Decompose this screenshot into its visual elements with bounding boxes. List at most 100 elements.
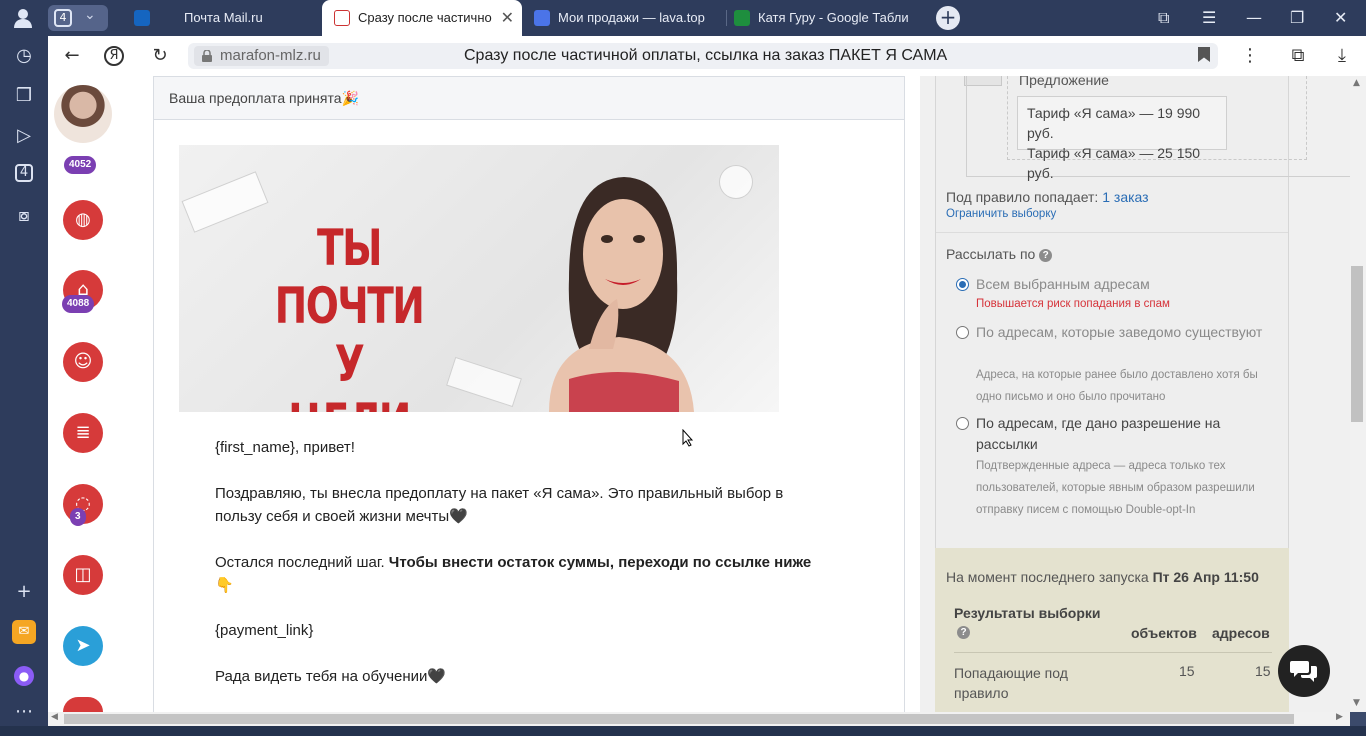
yandex-icon[interactable]: Я: [104, 46, 124, 66]
last-run-text: На момент последнего запуска Пт 26 Апр 1…: [946, 569, 1259, 585]
last-run-label: На момент последнего запуска: [946, 569, 1149, 585]
telegram-icon[interactable]: ➤: [63, 626, 103, 666]
help-icon[interactable]: ?: [1039, 248, 1053, 262]
tab-label: Сразу после частично: [358, 10, 492, 25]
option-label: Всем выбранным адресам: [976, 276, 1150, 292]
results-row-label: Попадающие под правило: [954, 665, 1068, 701]
avatar[interactable]: [54, 85, 112, 143]
radio-permitted-addresses[interactable]: [956, 417, 969, 430]
tab-count: 4: [54, 9, 72, 27]
vertical-scroll-thumb[interactable]: [1351, 266, 1363, 422]
add-panel-icon[interactable]: +: [12, 580, 36, 604]
url-domain[interactable]: marafon-mlz.ru: [194, 46, 329, 66]
shop-bag-icon[interactable]: ◫: [63, 555, 103, 595]
mouse-cursor-icon: [682, 429, 694, 447]
scroll-down-icon[interactable]: ▼: [1353, 698, 1360, 708]
scroll-up-icon[interactable]: ▲: [1353, 78, 1360, 88]
rule-count-link[interactable]: 1 заказ: [1102, 189, 1148, 205]
close-window-icon[interactable]: ✕: [1334, 8, 1347, 27]
crystal-decoration: [446, 356, 522, 408]
email-closing: Рада видеть тебя на обучении🖤: [215, 668, 447, 685]
email-subject: Ваша предоплата принята🎉: [154, 77, 904, 120]
notes-icon[interactable]: ❒: [12, 84, 36, 108]
mail-app-icon[interactable]: ✉: [12, 620, 36, 644]
download-icon[interactable]: ⤓: [1330, 44, 1354, 68]
screenshot-icon[interactable]: ⧇: [12, 204, 36, 228]
restore-icon[interactable]: ❐: [1290, 8, 1304, 27]
menu-icon[interactable]: ☰: [1202, 8, 1216, 27]
vertical-scrollbar[interactable]: ▲ ▼: [1350, 76, 1366, 712]
reload-icon[interactable]: ↻: [148, 44, 172, 68]
alice-icon[interactable]: ●: [14, 666, 34, 686]
radio-all-addresses[interactable]: [956, 278, 969, 291]
option-note: Подтвержденные адреса — адреса только те…: [976, 460, 1255, 516]
offer-toggle-button[interactable]: [964, 76, 1002, 86]
notification-badge: 4052: [64, 156, 97, 174]
radio-existing-addresses[interactable]: [956, 326, 969, 339]
tab-lava[interactable]: Мои продажи — lava.top: [526, 0, 726, 36]
new-tab-button[interactable]: +: [936, 6, 960, 30]
tab-groups-icon[interactable]: 4: [15, 164, 33, 182]
send-by-label: Рассылать по ?: [946, 246, 1053, 262]
horizontal-scrollbar[interactable]: ◀ ▶: [48, 712, 1350, 726]
tab-separator: [726, 10, 727, 26]
offer-item: Тариф «Я сама» — 19 990 руб.: [1027, 105, 1201, 141]
mailing-settings-panel: Предложение Тариф «Я сама» — 19 990 руб.…: [920, 76, 1350, 712]
scroll-left-icon[interactable]: ◀: [51, 712, 58, 722]
notification-badge: 3: [70, 508, 86, 526]
col-objects-header: объектов: [1131, 625, 1197, 641]
lock-icon: [202, 50, 212, 62]
tab-sheets[interactable]: Катя Гуру - Google Табли: [728, 0, 918, 36]
more-options-icon[interactable]: ⋮: [1238, 44, 1262, 68]
collections-bar-icon[interactable]: ⧉: [1286, 44, 1310, 68]
last-run-date: Пт 26 Апр 11:50: [1152, 569, 1259, 585]
collections-icon[interactable]: ⧉: [1158, 8, 1169, 28]
horizontal-scroll-thumb[interactable]: [64, 714, 1294, 724]
spam-warning-text: Повышается риск попадания в спам: [976, 298, 1170, 310]
site-sidebar: 4052 ◍ ⌂ 4088 ☺ ≣ ◌ 3 ◫ ➤: [48, 76, 118, 712]
results-row-objects: 15: [1179, 663, 1195, 679]
profile-icon[interactable]: [10, 6, 36, 30]
results-section: На момент последнего запуска Пт 26 Апр 1…: [935, 548, 1289, 712]
list-icon[interactable]: ≣: [63, 413, 103, 453]
sheets-icon: [734, 10, 750, 26]
limit-selection-link[interactable]: Ограничить выборку: [946, 208, 1056, 220]
option-label: По адресам, которые заведомо существуют: [976, 324, 1263, 340]
more-sidebar-icon[interactable]: [63, 697, 103, 712]
bubble-decoration: [719, 165, 753, 199]
help-icon[interactable]: ?: [957, 626, 970, 639]
minimize-icon[interactable]: —: [1246, 8, 1262, 27]
taskbar: [0, 726, 1366, 736]
lava-icon: [534, 10, 550, 26]
offer-items-list: Тариф «Я сама» — 19 990 руб. Тариф «Я са…: [1017, 96, 1227, 181]
tab-counter-button[interactable]: 4 ⌄: [48, 5, 108, 31]
page-title: Сразу после частичной оплаты, ссылка на …: [464, 47, 948, 64]
users-icon[interactable]: ☺: [63, 342, 103, 382]
tab-label: Мои продажи — lava.top: [558, 10, 705, 25]
video-icon[interactable]: ▷: [12, 124, 36, 148]
offer-item: Тариф «Я сама» — 25 150 руб.: [1027, 145, 1201, 181]
email-paragraph: Поздравляю, ты внесла предоплату на паке…: [215, 485, 784, 525]
tab-active-page[interactable]: Сразу после частично ✕: [322, 0, 522, 36]
url-field[interactable]: marafon-mlz.ru Сразу после частичной опл…: [188, 43, 1218, 69]
option-label: По адресам, где дано разрешение на рассы…: [976, 415, 1221, 452]
offer-label: Предложение: [1019, 76, 1109, 88]
globe-icon[interactable]: ◍: [63, 200, 103, 240]
chat-bubbles-icon: [1290, 661, 1317, 682]
history-icon[interactable]: ◷: [12, 44, 36, 68]
payment-link-placeholder: {payment_link}: [215, 622, 314, 639]
scroll-right-icon[interactable]: ▶: [1336, 712, 1343, 722]
email-preview: Ваша предоплата принята🎉 ТЫ ПОЧТИ У ЦЕЛИ…: [153, 76, 905, 716]
tab-label: Почта Mail.ru: [184, 10, 263, 25]
tab-mail[interactable]: Почта Mail.ru: [122, 0, 318, 36]
results-row-addresses: 15: [1255, 663, 1271, 679]
crystal-decoration: [181, 171, 269, 233]
support-chat-button[interactable]: [1278, 645, 1330, 697]
results-title: Результаты выборки: [954, 605, 1101, 621]
back-icon[interactable]: ←: [60, 44, 84, 68]
rule-match-text: Под правило попадает: 1 заказ: [946, 189, 1149, 205]
browser-tab-bar: 4 ⌄ Почта Mail.ru Сразу после частично ✕…: [0, 0, 1366, 36]
more-icon[interactable]: ⋯: [12, 700, 36, 724]
page-favicon-icon: [334, 10, 350, 26]
close-tab-icon[interactable]: ✕: [501, 8, 514, 28]
